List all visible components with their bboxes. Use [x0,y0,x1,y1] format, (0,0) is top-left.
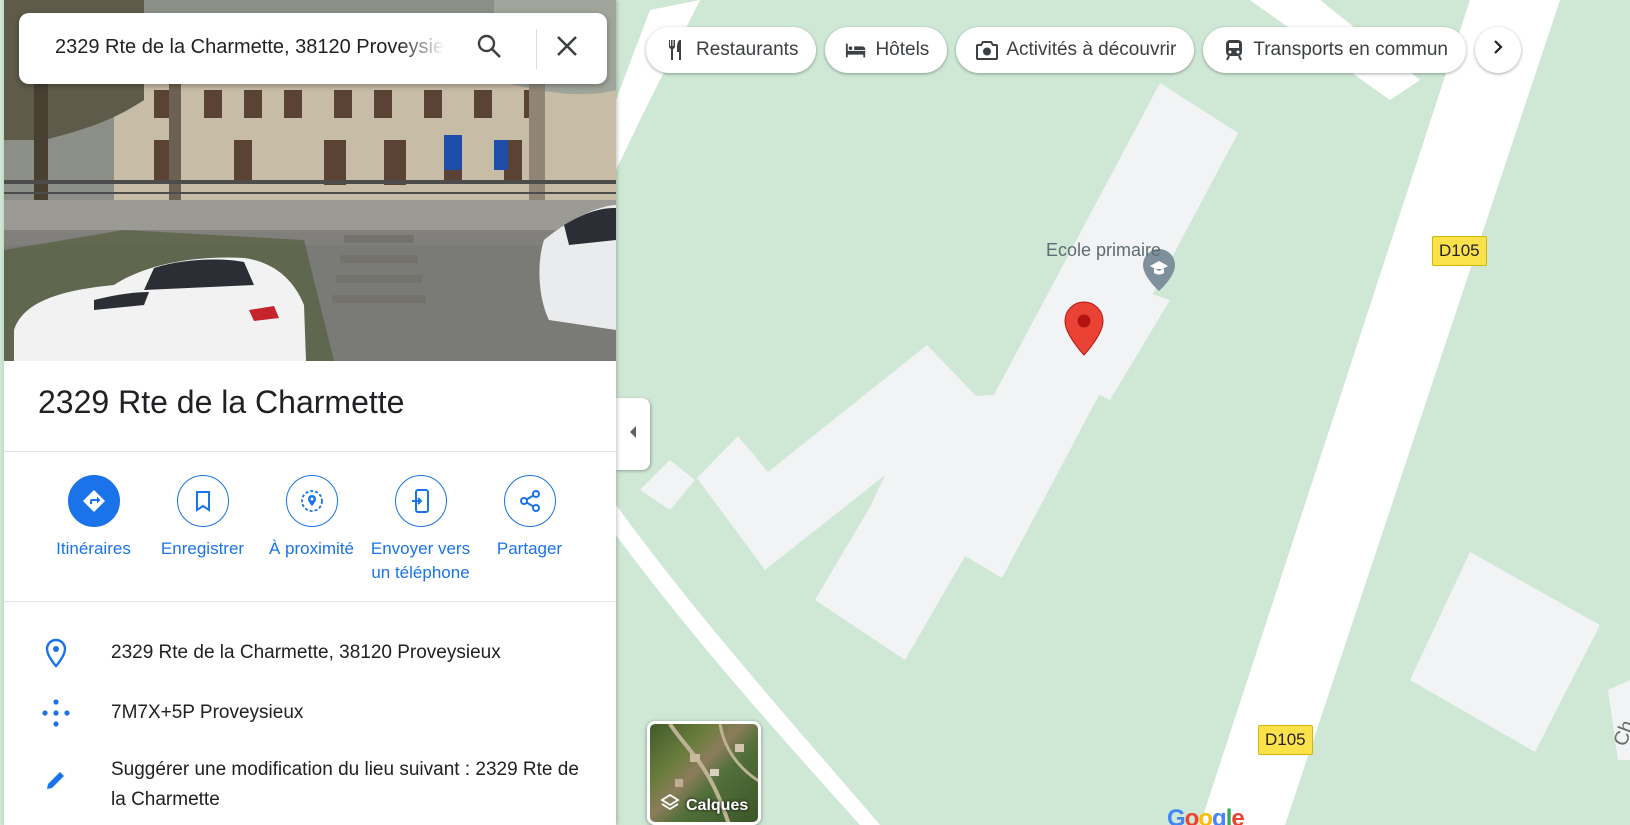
send-to-phone-button[interactable]: Envoyer vers un téléphone [366,475,475,585]
share-button[interactable]: Partager [475,475,584,585]
address-text: 2329 Rte de la Charmette, 38120 Proveysi… [111,642,501,663]
nearby-button[interactable]: À proximité [257,475,366,585]
search-button[interactable] [471,30,507,66]
action-buttons: Itinéraires Enregistrer À proximité Envo… [39,475,584,585]
poi-label-school[interactable]: Ecole primaire [1046,240,1161,261]
layers-button[interactable]: Calques [647,721,761,825]
bookmark-icon [176,475,229,527]
layers-label: Calques [686,796,749,814]
search-icon [476,33,502,64]
directions-label: Itinéraires [56,539,131,558]
search-divider [536,29,537,69]
chevron-right-icon [1491,39,1505,61]
phone-icon [394,475,447,527]
share-icon [503,475,556,527]
place-panel: 2329 Rte de la Charmette, 38120 Proveysi… [4,0,616,825]
pencil-icon [41,765,71,795]
hotel-icon [845,39,867,61]
chip-hotels[interactable]: Hôtels [825,27,948,73]
save-button[interactable]: Enregistrer [148,475,257,585]
chip-label: Activités à découvrir [1006,39,1177,60]
plus-code-text: 7M7X+5P Proveysieux [111,702,304,723]
search-input[interactable]: 2329 Rte de la Charmette, 38120 Proveysi… [55,36,445,59]
restaurant-icon [666,39,688,61]
nearby-icon [285,475,338,527]
place-title: 2329 Rte de la Charmette [38,384,405,420]
camera-icon [976,39,999,61]
collapse-panel-button[interactable] [616,398,650,470]
chip-label: Hôtels [875,39,930,60]
chip-label: Transports en commun [1253,39,1448,60]
chip-activities[interactable]: Activités à découvrir [956,27,1195,73]
location-pin-icon [41,638,71,668]
layers-icon [660,793,680,818]
save-label: Enregistrer [160,539,245,558]
train-icon [1223,39,1245,61]
search-box: 2329 Rte de la Charmette, 38120 Proveysi… [19,13,607,84]
chip-restaurants[interactable]: Restaurants [646,27,817,73]
close-icon [556,35,578,62]
send-to-phone-label: Envoyer vers un téléphone [370,539,471,582]
close-button[interactable] [549,30,585,66]
google-logo: Google [1167,805,1245,825]
share-label: Partager [496,539,563,558]
nearby-label: À proximité [268,539,355,558]
divider [4,601,616,602]
chips-next-button[interactable] [1474,27,1521,73]
suggest-edit-text: Suggérer une modification du lieu suivan… [111,759,579,810]
directions-button[interactable]: Itinéraires [39,475,148,585]
category-chips: Restaurants Hôtels Activités à découvrir… [646,27,1521,73]
divider [4,451,616,452]
chip-transit[interactable]: Transports en commun [1203,27,1466,73]
plus-code-icon [41,698,71,728]
caret-left-icon [628,425,638,444]
road-shield: D105 [1432,236,1487,266]
road-shield: D105 [1258,725,1313,755]
directions-icon [67,475,120,527]
chip-label: Restaurants [696,39,799,60]
